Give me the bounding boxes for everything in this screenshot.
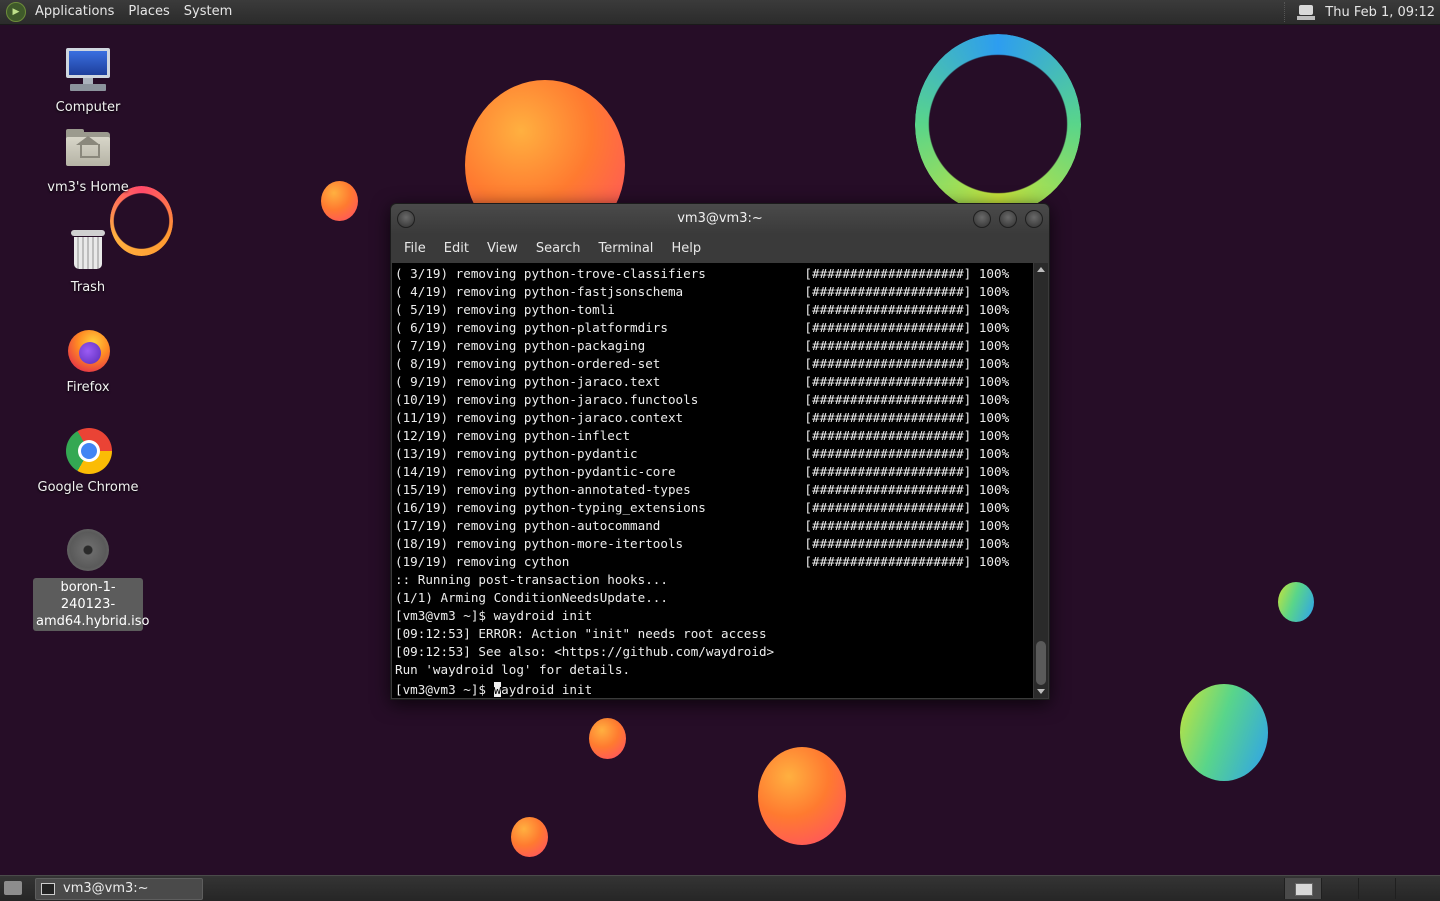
wallpaper-bubble [758, 747, 846, 845]
scroll-down-arrow-icon[interactable] [1037, 689, 1045, 694]
terminal-window[interactable]: vm3@vm3:~ File Edit View Search Terminal… [390, 203, 1050, 700]
firefox-icon [64, 326, 112, 374]
terminal-line: ( 8/19) removing python-ordered-set [###… [395, 356, 1010, 371]
window-preview-icon [1295, 883, 1313, 896]
terminal-menubar: File Edit View Search Terminal Help [391, 234, 1049, 262]
trash-icon [64, 226, 112, 274]
terminal-line: (19/19) removing cython [###############… [395, 554, 1010, 569]
terminal-line: (1/1) Arming ConditionNeedsUpdate... [395, 590, 668, 605]
scroll-up-arrow-icon[interactable] [1037, 267, 1045, 272]
clock[interactable]: Thu Feb 1, 09:12 [1325, 5, 1440, 20]
wallpaper-bubble [511, 817, 548, 857]
terminal-line: (18/19) removing python-more-itertools [… [395, 536, 1010, 551]
minimize-button[interactable] [973, 210, 991, 228]
window-titlebar[interactable]: vm3@vm3:~ [391, 204, 1049, 234]
desktop-icon-label: vm3's Home [47, 180, 129, 195]
workspace-2[interactable] [1321, 878, 1358, 899]
terminal-line: ( 5/19) removing python-tomli [#########… [395, 302, 1010, 317]
workspace-1[interactable] [1284, 878, 1321, 899]
applications-menu[interactable]: Applications [28, 0, 121, 24]
wallpaper-bubble [589, 718, 626, 759]
desktop-icon-chrome[interactable]: Google Chrome [28, 426, 148, 497]
menu-edit[interactable]: Edit [435, 241, 478, 256]
network-icon[interactable] [1297, 4, 1316, 20]
terminal-output[interactable]: ( 3/19) removing python-trove-classifier… [392, 263, 1033, 698]
terminal-line: (12/19) removing python-inflect [#######… [395, 428, 1010, 443]
system-menu[interactable]: System [177, 0, 239, 24]
desktop-icon-firefox[interactable]: Firefox [28, 326, 148, 397]
computer-icon [64, 46, 112, 94]
menu-view[interactable]: View [478, 241, 527, 256]
terminal-line: (17/19) removing python-autocommand [###… [395, 518, 1010, 533]
maximize-button[interactable] [999, 210, 1017, 228]
wallpaper-bubble [1180, 684, 1268, 781]
terminal-icon [41, 883, 55, 895]
close-button[interactable] [1025, 210, 1043, 228]
menu-search[interactable]: Search [527, 241, 590, 256]
chrome-icon [64, 426, 112, 474]
scrollbar-thumb[interactable] [1036, 641, 1046, 685]
terminal-line: (11/19) removing python-jaraco.context [… [395, 410, 1010, 425]
workspace-4[interactable] [1395, 878, 1432, 899]
disc-image-icon [64, 526, 112, 574]
places-menu[interactable]: Places [121, 0, 176, 24]
desktop-icon-iso[interactable]: boron-1-240123-amd64.hybrid.iso [28, 526, 149, 631]
menu-file[interactable]: File [395, 241, 435, 256]
taskbar-item-label: vm3@vm3:~ [63, 881, 149, 896]
terminal-line: ( 6/19) removing python-platformdirs [##… [395, 320, 1010, 335]
applications-menu-icon[interactable]: ▶ [6, 2, 26, 22]
terminal-line: ( 3/19) removing python-trove-classifier… [395, 266, 1010, 281]
terminal-line: [vm3@vm3 ~]$ waydroid init [395, 608, 593, 623]
desktop-icon-label: Computer [55, 100, 121, 115]
terminal-line: ( 7/19) removing python-packaging [#####… [395, 338, 1010, 353]
top-panel: ▶ Applications Places System Thu Feb 1, … [0, 0, 1440, 25]
menu-terminal[interactable]: Terminal [589, 241, 662, 256]
terminal-line: (14/19) removing python-pydantic-core [#… [395, 464, 1010, 479]
menu-help[interactable]: Help [662, 241, 710, 256]
desktop-icon-home[interactable]: vm3's Home [28, 126, 148, 197]
wallpaper-bubble [1278, 582, 1314, 622]
terminal-line: Run 'waydroid log' for details. [395, 662, 631, 677]
terminal-line: [09:12:53] See also: <https://github.com… [395, 644, 775, 659]
desktop-icon-trash[interactable]: Trash [28, 226, 148, 297]
desktop-icon-label: boron-1-240123-amd64.hybrid.iso [33, 578, 149, 631]
terminal-line: (10/19) removing python-jaraco.functools… [395, 392, 1010, 407]
wallpaper-bubble [321, 181, 358, 221]
desktop-icon-label: Firefox [66, 380, 110, 395]
show-desktop-icon[interactable] [4, 881, 22, 895]
terminal-line: :: Running post-transaction hooks... [395, 572, 668, 587]
terminal-line: (16/19) removing python-typing_extension… [395, 500, 1010, 515]
bottom-panel: vm3@vm3:~ [0, 875, 1440, 901]
desktop-icon-computer[interactable]: Computer [28, 46, 148, 117]
terminal-line: ( 4/19) removing python-fastjsonschema [… [395, 284, 1010, 299]
terminal-scrollbar[interactable] [1034, 263, 1048, 698]
terminal-input-line[interactable]: [vm3@vm3 ~]$ waydroid init [392, 679, 1033, 698]
panel-separator [1284, 2, 1289, 22]
terminal-line: (15/19) removing python-annotated-types … [395, 482, 1010, 497]
wallpaper-ring [915, 34, 1081, 214]
window-menu-button[interactable] [397, 210, 415, 228]
terminal-line: (13/19) removing python-pydantic [######… [395, 446, 1010, 461]
home-folder-icon [64, 126, 112, 174]
terminal-line: ( 9/19) removing python-jaraco.text [###… [395, 374, 1010, 389]
taskbar-item-terminal[interactable]: vm3@vm3:~ [35, 878, 203, 900]
terminal-prompt: [vm3@vm3 ~]$ [395, 682, 494, 697]
window-title: vm3@vm3:~ [677, 211, 763, 226]
workspace-3[interactable] [1358, 878, 1395, 899]
terminal-lines: ( 3/19) removing python-trove-classifier… [392, 263, 1033, 679]
desktop-icon-label: Google Chrome [37, 480, 139, 495]
desktop-icon-label: Trash [70, 280, 106, 295]
terminal-input-text: aydroid init [501, 682, 593, 697]
terminal-line: [09:12:53] ERROR: Action "init" needs ro… [395, 626, 767, 641]
